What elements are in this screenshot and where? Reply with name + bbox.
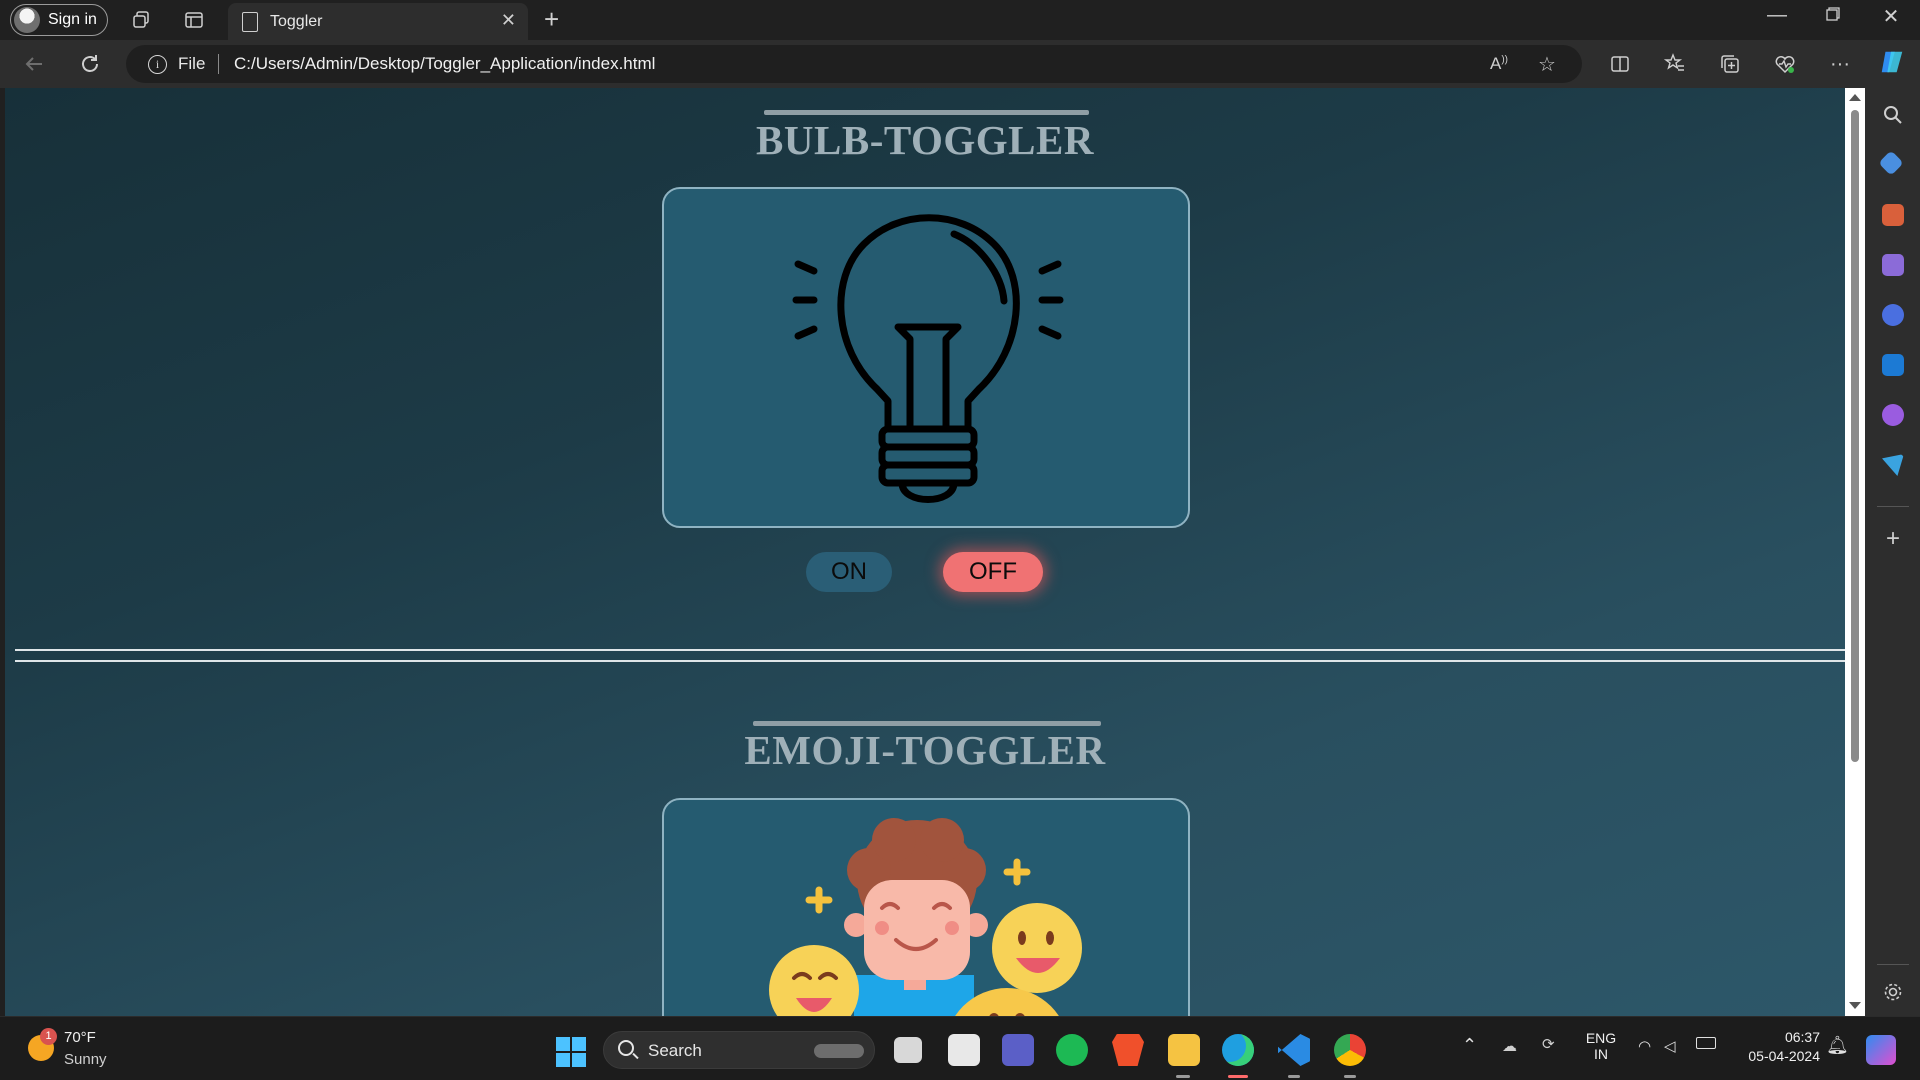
lightbulb-icon [792, 214, 1064, 503]
running-indicator [1288, 1075, 1300, 1078]
page-viewport: BULB-TOGGLER ON OFF EMOJI-TOGGLER [5, 88, 1845, 1016]
sidebar-divider [1877, 964, 1909, 965]
show-hidden-icons[interactable]: ⌃ [1462, 1035, 1477, 1056]
bulb-card [662, 187, 1190, 528]
read-aloud-icon[interactable]: A)) [1490, 54, 1508, 74]
sidebar-divider [1877, 506, 1909, 507]
region-code: IN [1594, 1046, 1608, 1062]
search-icon[interactable] [1882, 104, 1904, 126]
add-icon[interactable]: + [1882, 527, 1904, 551]
settings-gear-icon[interactable] [1882, 981, 1904, 1003]
start-logo-tile [572, 1053, 586, 1067]
teams-icon[interactable] [1002, 1034, 1034, 1066]
weather-badge: 1 [40, 1028, 57, 1045]
tab-actions-icon[interactable] [182, 8, 206, 32]
emoji-card [662, 798, 1190, 1016]
weather-temperature[interactable]: 70°F [64, 1029, 96, 1046]
spotify-icon[interactable] [1056, 1034, 1088, 1066]
tools-icon[interactable] [1882, 204, 1904, 226]
vscode-icon[interactable] [1278, 1034, 1310, 1066]
task-view-icon[interactable] [894, 1037, 922, 1063]
title-underline [764, 110, 1089, 115]
edge-sidebar: + [1865, 88, 1920, 1016]
language-indicator[interactable]: ENG IN [1584, 1030, 1618, 1062]
emoji-section-title: EMOJI-TOGGLER [744, 727, 1106, 773]
avatar [14, 7, 40, 33]
windows-taskbar: 1 70°F Sunny Search ⌃ ☁ ⟳ ENG IN ◠ ◁ 06:… [0, 1016, 1920, 1080]
battery-icon[interactable] [1696, 1037, 1716, 1049]
outlook-icon[interactable] [1882, 354, 1904, 376]
section-divider-top [15, 649, 1845, 651]
clock-date: 05-04-2024 [1748, 1048, 1820, 1064]
tab-title: Toggler [270, 12, 323, 30]
search-highlight-image [814, 1044, 864, 1058]
search-label: Search [648, 1041, 702, 1060]
search-icon [618, 1040, 634, 1056]
games-icon[interactable] [1882, 254, 1904, 276]
designer-icon[interactable] [1882, 404, 1904, 426]
bulb-on-button[interactable]: ON [806, 552, 892, 592]
split-screen-icon[interactable] [1606, 50, 1634, 78]
language-code: ENG [1585, 1030, 1617, 1046]
scroll-down-arrow[interactable] [1849, 1002, 1861, 1009]
clock-time: 06:37 [1784, 1029, 1820, 1045]
copilot-taskbar-icon[interactable] [1866, 1035, 1896, 1065]
minimize-icon[interactable]: — [1754, 4, 1800, 27]
refresh-icon[interactable] [76, 50, 104, 78]
wifi-icon[interactable]: ◠ [1638, 1037, 1651, 1055]
clock[interactable]: 06:37 05-04-2024 [1734, 1029, 1820, 1064]
tab-toggler[interactable]: Toggler ✕ [228, 3, 528, 40]
file-explorer-icon[interactable] [1168, 1034, 1200, 1066]
shopping-tag-icon[interactable] [1878, 150, 1904, 176]
drop-icon[interactable] [1882, 454, 1904, 476]
new-tab-button[interactable]: + [544, 4, 559, 35]
browser-essentials-icon[interactable] [1771, 50, 1799, 78]
section-divider-bottom [15, 660, 1845, 662]
profile-button[interactable]: Sign in [10, 4, 108, 36]
volume-icon[interactable]: ◁ [1664, 1037, 1676, 1055]
microsoft-365-icon[interactable] [1882, 304, 1904, 326]
scheme-label: File [178, 54, 206, 73]
start-logo-tile [572, 1037, 586, 1051]
weather-condition[interactable]: Sunny [64, 1051, 107, 1068]
start-button[interactable] [556, 1037, 586, 1067]
copilot-icon[interactable] [1878, 48, 1906, 76]
microsoft-store-icon[interactable] [948, 1034, 980, 1066]
page-icon [242, 11, 258, 32]
close-tab-icon[interactable]: ✕ [501, 10, 516, 31]
more-options-icon[interactable]: ··· [1826, 50, 1854, 78]
divider [218, 54, 219, 74]
running-indicator [1344, 1075, 1356, 1078]
notifications-bell-icon[interactable]: 🔔︎ [1826, 1035, 1849, 1056]
favorite-star-icon[interactable]: ☆ [1538, 52, 1556, 77]
close-window-icon[interactable]: ✕ [1868, 4, 1914, 29]
page-scrollbar[interactable] [1845, 88, 1865, 1016]
favorites-icon[interactable] [1661, 50, 1689, 78]
sync-icon[interactable]: ⟳ [1542, 1035, 1555, 1053]
scroll-thumb[interactable] [1851, 110, 1859, 762]
bulb-off-button[interactable]: OFF [943, 552, 1043, 592]
profile-label: Sign in [48, 11, 97, 28]
running-indicator [1176, 1075, 1190, 1078]
navigation-bar: i File C:/Users/Admin/Desktop/Toggler_Ap… [0, 40, 1920, 88]
start-logo-tile [556, 1037, 570, 1051]
taskbar-search[interactable]: Search [603, 1031, 875, 1069]
workspaces-icon[interactable] [129, 8, 153, 32]
start-logo-tile [556, 1053, 570, 1067]
brave-icon[interactable] [1112, 1034, 1144, 1066]
active-indicator [1228, 1075, 1248, 1078]
title-bar: Sign in Toggler ✕ + — ✕ [0, 0, 1920, 40]
scroll-up-arrow[interactable] [1849, 94, 1861, 101]
address-bar[interactable]: i File C:/Users/Admin/Desktop/Toggler_Ap… [126, 45, 1582, 83]
collections-icon[interactable] [1716, 50, 1744, 78]
happy-people-icon [769, 818, 1082, 1016]
edge-icon[interactable] [1222, 1034, 1254, 1066]
url-text[interactable]: C:/Users/Admin/Desktop/Toggler_Applicati… [234, 54, 655, 74]
restore-icon[interactable] [1810, 4, 1856, 27]
site-info-icon[interactable]: i [148, 55, 167, 74]
back-icon[interactable] [20, 50, 48, 78]
onedrive-icon[interactable]: ☁ [1502, 1037, 1517, 1055]
chrome-icon[interactable] [1334, 1034, 1366, 1066]
bulb-section-title: BULB-TOGGLER [756, 117, 1094, 163]
